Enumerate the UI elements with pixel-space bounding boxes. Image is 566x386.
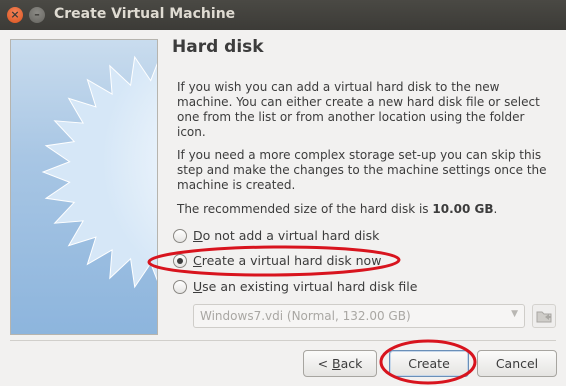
- chevron-down-icon: ▼: [511, 309, 518, 319]
- title-bar: × – Create Virtual Machine: [0, 0, 566, 30]
- radio-button[interactable]: [173, 280, 187, 294]
- intro-paragraph: If you wish you can add a virtual hard d…: [177, 80, 540, 139]
- create-button[interactable]: Create: [389, 350, 469, 377]
- radio-label: Do not add a virtual hard disk: [193, 228, 380, 243]
- starburst-shape: [41, 55, 157, 289]
- recommended-size-suffix: .: [493, 202, 498, 216]
- divider: [10, 340, 556, 341]
- minimize-window-button[interactable]: –: [29, 7, 45, 23]
- radio-button[interactable]: [173, 254, 187, 268]
- dialog-body: Hard disk If you wish you can add a virt…: [0, 30, 566, 386]
- existing-disk-select[interactable]: Windows7.vdi (Normal, 132.00 GB) ▼: [193, 304, 525, 328]
- radio-button[interactable]: [173, 229, 187, 243]
- starburst-icon: [41, 55, 157, 289]
- wizard-banner: [10, 39, 158, 335]
- storage-paragraph: If you need a more complex storage set-u…: [177, 148, 547, 192]
- radio-selected-dot: [177, 258, 183, 264]
- existing-disk-value: Windows7.vdi (Normal, 132.00 GB): [200, 309, 411, 323]
- recommended-size-text: The recommended size of the hard disk is…: [177, 202, 552, 217]
- folder-icon: [536, 311, 552, 323]
- recommended-size-value: 10.00 GB: [432, 202, 494, 216]
- radio-label: Use an existing virtual hard disk file: [193, 279, 418, 294]
- radio-label: Create a virtual hard disk now: [193, 253, 382, 268]
- close-window-button[interactable]: ×: [7, 7, 23, 23]
- page-title: Hard disk: [172, 37, 264, 57]
- back-button[interactable]: < Back: [303, 350, 377, 377]
- choose-disk-folder-button[interactable]: [532, 304, 556, 328]
- window-title: Create Virtual Machine: [54, 6, 236, 22]
- recommended-size-prefix: The recommended size of the hard disk is: [177, 202, 433, 216]
- cancel-button[interactable]: Cancel: [477, 350, 557, 377]
